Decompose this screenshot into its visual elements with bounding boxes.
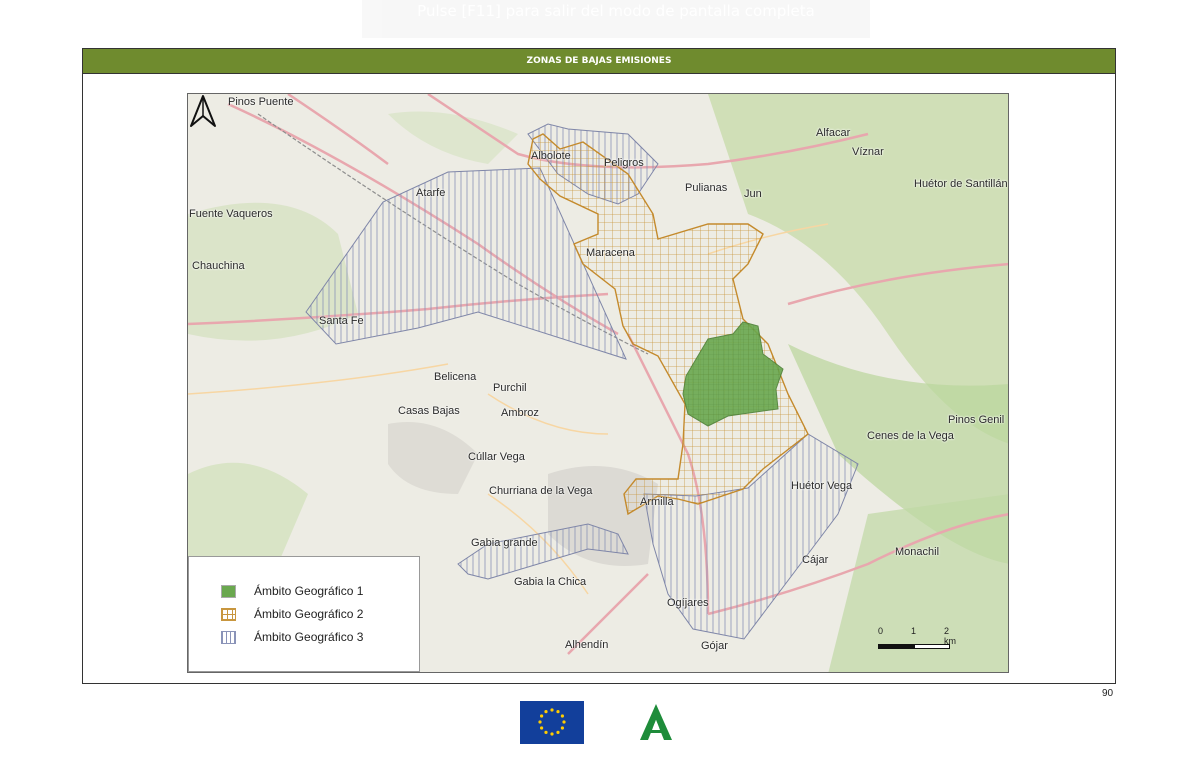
map-panel: Pinos Puente Albolote Peligros Alfacar V… [187,93,1009,673]
place-label: Casas Bajas [398,405,460,417]
north-arrow-icon [190,95,216,127]
eu-flag-icon [520,701,584,744]
place-label: Fuente Vaqueros [189,208,273,220]
map-frame: ZONAS DE BAJAS EMISIONES Pinos Puente Al… [82,48,1116,684]
place-label: Huétor de Santillán [914,178,1008,190]
place-label: Gójar [701,640,728,652]
legend-swatch-zone-1 [221,584,236,598]
legend-label: Ámbito Geográfico 2 [254,607,364,621]
place-label: Maracena [586,247,635,259]
place-label: Pinos Genil [948,414,1005,426]
junta-andalucia-logo [640,704,672,740]
scale-label: 0 [878,626,884,636]
place-label: Pinos Puente [228,96,294,108]
place-label: Alfacar [816,127,851,139]
place-label: Ambroz [501,407,539,419]
place-label: Pulianas [685,182,728,194]
place-label: Santa Fe [319,315,364,327]
legend-label: Ámbito Geográfico 1 [254,584,364,598]
scale-label: 1 [911,626,917,636]
place-label: Cúllar Vega [468,451,525,463]
place-label: Huétor Vega [791,480,853,492]
legend-item: Ámbito Geográfico 3 [221,629,363,645]
legend-item: Ámbito Geográfico 2 [221,606,363,622]
place-label: Cájar [802,554,829,566]
place-label: Churriana de la Vega [489,485,593,497]
legend-label: Ámbito Geográfico 3 [254,630,364,644]
legend-swatch-zone-3 [221,630,236,644]
fullscreen-hint: Pulse [F11] para salir del modo de panta… [362,0,870,38]
scale-segment [914,644,950,649]
scale-segment [878,644,914,649]
place-label: Atarfe [416,187,446,199]
section-header: ZONAS DE BAJAS EMISIONES [83,49,1115,74]
scale-bar: 0 1 2 km [878,626,962,652]
place-label: Armilla [640,496,674,508]
place-label: Alhendín [565,639,609,651]
map-legend: Ámbito Geográfico 1 Ámbito Geográfico 2 … [188,556,420,672]
place-label: Peligros [604,157,644,169]
place-label: Chauchina [192,260,245,272]
place-label: Jun [744,188,762,200]
legend-item: Ámbito Geográfico 1 [221,583,363,599]
place-label: Gabia la Chica [514,576,587,588]
place-label: Cenes de la Vega [867,430,954,442]
place-label: Ogíjares [667,597,709,609]
scale-label: 2 km [944,626,956,646]
place-label: Gabia grande [471,537,538,549]
legend-swatch-zone-2 [221,607,236,621]
place-label: Purchil [493,382,527,394]
page-number: 90 [1102,688,1114,699]
place-label: Albolote [531,150,571,162]
place-label: Víznar [852,146,884,158]
place-label: Monachil [895,546,940,558]
place-label: Belicena [434,371,477,383]
